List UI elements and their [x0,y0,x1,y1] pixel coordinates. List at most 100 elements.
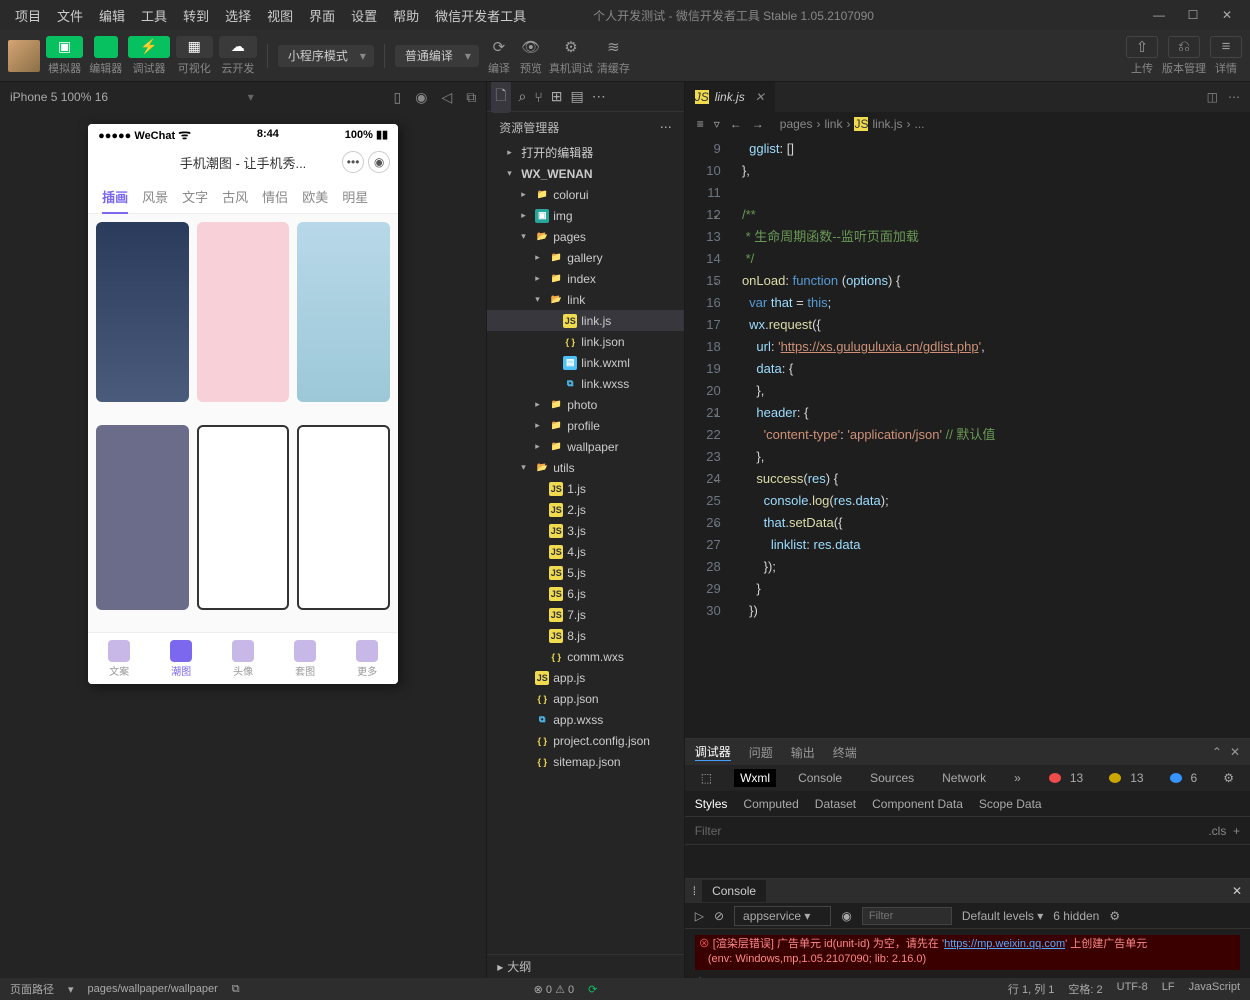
status-item[interactable]: UTF-8 [1117,981,1148,997]
bookmark-icon[interactable]: ▿ [714,117,720,131]
editor-more-icon[interactable]: ⋯ [1228,90,1240,104]
tree-item[interactable]: ▸📁gallery [487,247,683,268]
console-tool[interactable]: Console [792,769,848,787]
nav-item[interactable]: 头像 [232,640,254,678]
category-tab[interactable]: 情侣 [262,187,288,206]
console-settings-icon[interactable]: ⚙ [1109,909,1120,923]
eye-icon[interactable]: ◉ [841,909,851,923]
close-button[interactable]: ✕ [1212,3,1242,27]
tree-item[interactable]: JS7.js [487,604,683,625]
tree-item[interactable]: { }comm.wxs [487,646,683,667]
thumbnail[interactable] [297,222,390,402]
tree-item[interactable]: ▤link.wxml [487,352,683,373]
hidden-count[interactable]: 6 hidden [1053,909,1099,923]
avatar[interactable] [8,40,40,72]
reload-icon[interactable]: ⟳ [588,983,597,996]
tree-item[interactable]: ▸📁colorui [487,184,683,205]
extensions-icon[interactable]: ⊞ [551,88,563,105]
panel-close-icon[interactable]: ✕ [1230,745,1240,759]
toolbar-button[interactable]: ⇧ [1126,36,1158,58]
split-editor-icon[interactable]: ◫ [1207,90,1218,104]
list-icon[interactable]: ≡ [697,117,704,131]
tree-item[interactable]: JS4.js [487,541,683,562]
tree-item[interactable]: JS2.js [487,499,683,520]
category-tab[interactable]: 风景 [142,187,168,206]
files-icon[interactable]: 🗋 [491,82,510,113]
tree-item[interactable]: ▾📂link [487,289,683,310]
tree-item[interactable]: { }link.json [487,331,683,352]
nav-item[interactable]: 套图 [294,640,316,678]
menu-item[interactable]: 界面 [302,2,342,29]
tree-item[interactable]: ▸📁index [487,268,683,289]
menu-item[interactable]: 设置 [344,2,384,29]
status-item[interactable]: JavaScript [1189,981,1240,997]
status-item[interactable]: 行 1, 列 1 [1008,981,1054,997]
console-toggle-icon[interactable]: ⁞ [693,884,696,898]
toolbar-button[interactable]: ▦ [176,36,213,58]
tree-item[interactable]: ⧉app.wxss [487,709,683,730]
back-icon[interactable]: ← [730,117,742,131]
play-icon[interactable]: ▷ [695,909,704,923]
toolbar-button[interactable]: ☁ [219,36,257,58]
mute-icon[interactable]: ◁ [441,89,452,106]
menu-item[interactable]: 选择 [218,2,258,29]
output-tab[interactable]: 输出 [791,744,815,761]
menu-item[interactable]: 微信开发者工具 [428,2,533,29]
more-tools-icon[interactable]: » [1008,769,1027,787]
status-item[interactable]: LF [1162,981,1175,997]
console-close-icon[interactable]: ✕ [1232,884,1242,898]
tree-item[interactable]: { }sitemap.json [487,751,683,772]
menu-item[interactable]: 编辑 [92,2,132,29]
page-path[interactable]: pages/wallpaper/wallpaper [88,983,218,995]
tree-item[interactable]: JS1.js [487,478,683,499]
network-tool[interactable]: Network [936,769,992,787]
tree-section[interactable]: ▾WX_WENAN [487,163,683,184]
code-editor[interactable]: 9101112⌄131415⌄161718192021⌄222324⌄2526⌄… [685,136,1250,738]
tree-item[interactable]: JS8.js [487,625,683,646]
explorer-more[interactable]: ⋯ [660,120,672,134]
console-filter[interactable] [862,907,952,925]
scopedata-subtab[interactable]: Scope Data [979,797,1042,811]
toolbar-button[interactable] [94,36,118,58]
thumbnail[interactable] [297,425,390,610]
close-capsule[interactable]: ◉ [368,151,390,173]
tree-item[interactable]: { }app.json [487,688,683,709]
thumbnail[interactable] [197,425,290,610]
outline-header[interactable]: ▸大纲 [487,954,683,978]
status-item[interactable]: 空格: 2 [1068,981,1102,997]
category-tab[interactable]: 明星 [342,187,368,206]
mode-select[interactable]: 小程序模式 [278,45,374,67]
category-tab[interactable]: 插画 [102,187,128,206]
search-icon[interactable]: ⌕ [519,88,527,105]
image-grid[interactable] [88,214,398,632]
menu-item[interactable]: 项目 [8,2,48,29]
componentdata-subtab[interactable]: Component Data [872,797,963,811]
thumbnail[interactable] [96,222,189,402]
page-path-label[interactable]: 页面路径 [10,981,54,997]
settings-icon[interactable]: ⚙ [1217,769,1240,787]
tree-item[interactable]: JSlink.js [487,310,683,331]
style-filter[interactable]: Filter [695,824,722,838]
category-tab[interactable]: 古风 [222,187,248,206]
menu-item[interactable]: 文件 [50,2,90,29]
maximize-button[interactable]: ☐ [1178,3,1208,27]
cut-icon[interactable]: ⧉ [466,89,476,106]
more-icon[interactable]: ⋯ [592,88,606,105]
console-tab[interactable]: Console [702,880,766,902]
toolbar-button[interactable]: ≡ [1210,36,1242,58]
device-info[interactable]: iPhone 5 100% 16 [10,90,108,104]
editor-tab[interactable]: JS link.js ✕ [685,82,775,112]
tree-item[interactable]: ▾📂utils [487,457,683,478]
category-tab[interactable]: 欧美 [302,187,328,206]
error-badge[interactable]: 13 [1043,767,1095,789]
phone-simulator[interactable]: ●●●●● WeChat ᯤ 8:44 100% ▮▮ 手机潮图 - 让手机秀.… [88,124,398,684]
tree-item[interactable]: { }project.config.json [487,730,683,751]
device-icon[interactable]: ▯ [394,89,402,106]
context-select[interactable]: appservice ▾ [734,906,831,926]
toolbar-button[interactable]: ⚡ [128,36,169,58]
code-content[interactable]: gglist: [] }, /** * 生命周期函数--监听页面加载 */ on… [735,136,1250,738]
levels-select[interactable]: Default levels ▾ [962,909,1043,923]
tree-item[interactable]: ▸📁photo [487,394,683,415]
copy-icon[interactable]: ⧉ [232,983,240,996]
problems-tab[interactable]: 问题 [749,744,773,761]
